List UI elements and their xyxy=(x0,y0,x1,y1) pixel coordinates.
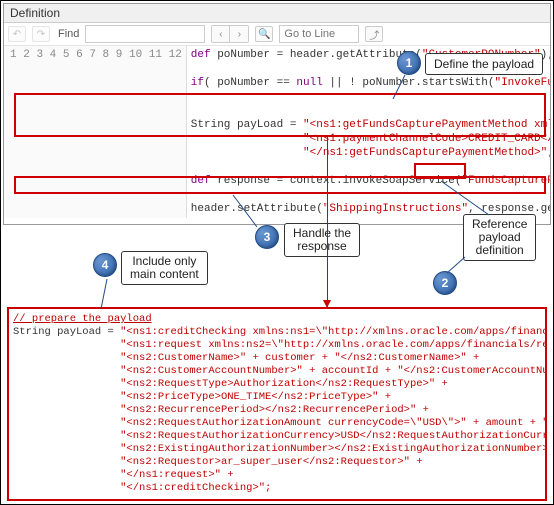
editor-toolbar: ↶ ↷ Find ‹ › 🔍 ⤴ xyxy=(4,23,550,46)
screenshot-root: Definition ↶ ↷ Find ‹ › 🔍 ⤴ 1 2 3 4 5 6 … xyxy=(0,0,554,505)
find-input[interactable] xyxy=(85,25,205,43)
redo-button[interactable]: ↷ xyxy=(32,26,50,42)
callout-4-connector xyxy=(99,277,111,311)
red-link-arrow xyxy=(327,135,328,307)
find-label: Find xyxy=(58,28,79,40)
callout-1-number: 1 xyxy=(397,51,421,75)
callout-2-label: Reference payload definition xyxy=(463,214,536,261)
payload-head: String payLoad = xyxy=(13,326,120,338)
find-prev-button[interactable]: ‹ xyxy=(212,26,230,42)
payload-comment: // prepare the payload xyxy=(13,313,152,325)
callout-3-number: 3 xyxy=(255,225,279,249)
payload-example-panel: // prepare the payload String payLoad = … xyxy=(7,307,547,501)
callout-4: 4 xyxy=(93,253,117,277)
callout-4-label: Include only main content xyxy=(121,251,208,285)
callout-2: 2 xyxy=(433,271,457,295)
undo-button[interactable]: ↶ xyxy=(8,26,26,42)
search-icon[interactable]: 🔍 xyxy=(255,26,273,42)
callout-1: 1 xyxy=(397,51,421,75)
callout-1-label: Define the payload xyxy=(425,53,543,75)
definition-panel: Definition ↶ ↷ Find ‹ › 🔍 ⤴ 1 2 3 4 5 6 … xyxy=(3,3,551,225)
callout-3-label: Handle the response xyxy=(284,223,360,257)
callout-2-number: 2 xyxy=(433,271,457,295)
callout-4-number: 4 xyxy=(93,253,117,277)
find-next-button[interactable]: › xyxy=(230,26,248,42)
callout-3: 3 xyxy=(255,225,279,249)
line-gutter: 1 2 3 4 5 6 7 8 9 10 11 12 xyxy=(4,46,187,218)
panel-title: Definition xyxy=(4,4,550,23)
goto-line-button[interactable]: ⤴ xyxy=(365,26,383,42)
goto-line-input[interactable] xyxy=(279,25,359,43)
find-nav-group: ‹ › xyxy=(211,25,249,43)
